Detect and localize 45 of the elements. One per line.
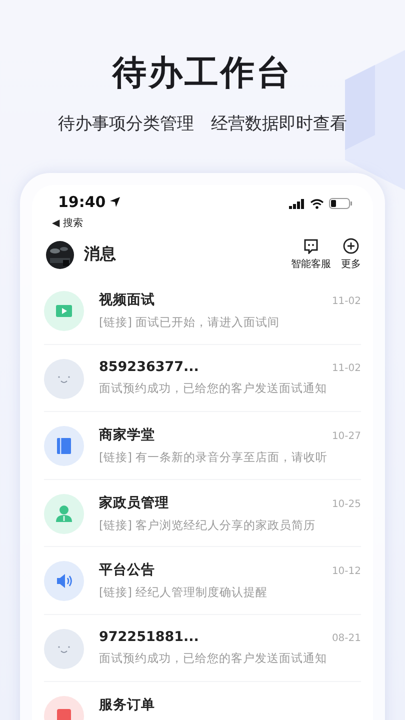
message-title: 服务订单	[99, 696, 155, 714]
location-arrow-icon	[110, 197, 120, 207]
message-title: 商家学堂	[99, 426, 155, 444]
headline: 待办工作台	[112, 52, 292, 95]
message-row[interactable]: 服务订单	[44, 682, 361, 720]
video-avatar-icon	[44, 291, 84, 331]
page-title: 消息	[84, 244, 117, 265]
message-date: 10-25	[332, 498, 361, 510]
message-row[interactable]: 859236377... 11-02 面试预约成功，已给您的客户发送面试通知	[44, 344, 361, 412]
status-time: 19:40	[58, 193, 106, 211]
subtitle: 待办事项分类管理 经营数据即时查看	[58, 113, 347, 135]
header-action-button[interactable]: 智能客服	[291, 238, 331, 271]
smile-avatar-icon	[44, 628, 84, 668]
speaker-avatar-icon	[44, 561, 84, 601]
message-date: 08-21	[332, 632, 361, 644]
message-preview: 面试预约成功，已给您的客户发送面试通知	[99, 380, 328, 396]
message-preview: [链接] 经纪人管理制度确认提醒	[99, 585, 269, 600]
message-preview: [链接] 有一条新的录音分享至店面，请收听	[99, 450, 329, 465]
message-title: 972251881...	[99, 628, 199, 644]
person-avatar-icon	[44, 494, 84, 534]
add-icon	[343, 238, 359, 254]
message-row[interactable]: 视频面试 11-02 [链接] 面试已开始，请进入面试间	[44, 277, 361, 344]
message-preview: [链接] 客户浏览经纪人分享的家政员简历	[99, 518, 317, 532]
back-link[interactable]: ◀ 搜索	[52, 216, 83, 230]
book-avatar-icon	[44, 426, 84, 466]
chat-bubble-icon	[303, 238, 319, 254]
message-title: 家政员管理	[99, 494, 169, 512]
message-row[interactable]: 商家学堂 10-27 [链接] 有一条新的录音分享至店面，请收听	[44, 412, 361, 480]
message-row[interactable]: 家政员管理 10-25 [链接] 客户浏览经纪人分享的家政员简历	[44, 480, 361, 547]
wifi-icon	[310, 198, 324, 208]
message-title: 平台公告	[99, 561, 155, 579]
message-date: 11-02	[332, 296, 361, 307]
message-date: 10-27	[332, 431, 361, 442]
battery-icon	[329, 198, 353, 209]
signal-icon	[289, 198, 305, 208]
message-date: 11-02	[332, 362, 361, 374]
header-action-button[interactable]: 更多	[341, 238, 361, 271]
message-preview: 面试预约成功，已给您的客户发送面试通知	[99, 650, 328, 666]
message-preview: [链接] 面试已开始，请进入面试间	[99, 315, 281, 330]
message-row[interactable]: 平台公告 10-12 [链接] 经纪人管理制度确认提醒	[44, 547, 361, 614]
message-date: 10-12	[332, 566, 361, 577]
message-title: 859236377...	[99, 358, 199, 374]
smile-avatar-icon	[44, 358, 84, 398]
message-title: 视频面试	[99, 291, 155, 309]
message-row[interactable]: 972251881... 08-21 面试预约成功，已给您的客户发送面试通知	[44, 614, 361, 682]
